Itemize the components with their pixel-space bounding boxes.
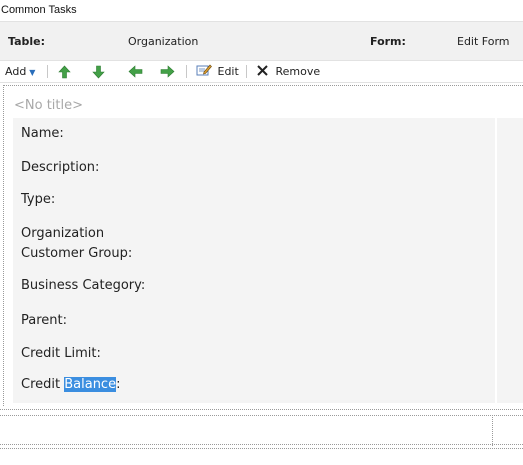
field-value-cell[interactable] <box>496 118 523 151</box>
field-row-business-category[interactable]: Business Category: <box>13 269 523 304</box>
field-label: Organization Customer Group: <box>21 224 132 264</box>
field-row-credit-balance[interactable]: Credit Balance: <box>13 370 523 403</box>
field-label: Credit Balance: <box>21 377 120 392</box>
field-value-cell[interactable] <box>496 337 523 370</box>
bottom-layout-area <box>0 409 523 446</box>
field-label-suffix: : <box>116 377 121 392</box>
panel-title-placeholder: <No title> <box>14 98 84 113</box>
field-value-cell[interactable] <box>496 183 523 215</box>
field-label: Credit Limit: <box>21 346 101 361</box>
field-label-prefix: Credit <box>21 377 65 392</box>
form-label: Form: <box>370 35 406 48</box>
divider <box>492 415 494 446</box>
field-row-description[interactable]: Description: <box>13 151 523 183</box>
down-arrow-icon <box>92 65 105 79</box>
field-row-credit-limit[interactable]: Credit Limit: <box>13 337 523 370</box>
form-value: Edit Form <box>457 35 510 48</box>
field-row-customer-group[interactable]: Organization Customer Group: <box>13 215 523 269</box>
field-row-parent[interactable]: Parent: <box>13 304 523 337</box>
toolbar-separator <box>246 65 247 78</box>
toolbar-separator <box>186 65 187 78</box>
field-value-cell[interactable] <box>496 304 523 337</box>
toolbar-separator <box>47 65 48 78</box>
remove-button-label: Remove <box>275 65 321 78</box>
common-tasks-title: Common Tasks <box>1 4 77 16</box>
toolbar: Add ▼ Edit Remove <box>0 61 523 83</box>
move-left-button[interactable] <box>128 61 143 82</box>
field-value-cell[interactable] <box>496 269 523 304</box>
table-form-bar: Table: Organization Form: Edit Form <box>0 21 523 61</box>
field-label-line2: Customer Group: <box>21 246 133 261</box>
move-down-button[interactable] <box>92 61 105 82</box>
table-label: Table: <box>8 35 46 48</box>
field-row-name[interactable]: Name: <box>13 118 523 151</box>
move-up-button[interactable] <box>58 61 71 82</box>
edit-button-label: Edit <box>217 65 239 78</box>
field-value-cell[interactable] <box>496 215 523 269</box>
form-panel: <No title> Name: Description: Type: Orga… <box>3 85 523 406</box>
add-button-label: Add <box>5 65 27 78</box>
edit-icon <box>196 64 212 76</box>
remove-button[interactable]: Remove <box>256 61 320 82</box>
edit-button[interactable]: Edit <box>196 61 239 82</box>
divider <box>0 415 523 417</box>
left-arrow-icon <box>128 65 143 78</box>
field-row-type[interactable]: Type: <box>13 183 523 215</box>
field-label: Type: <box>21 192 56 207</box>
right-arrow-icon <box>160 65 175 78</box>
field-label: Business Category: <box>21 278 146 293</box>
selected-text-highlight: Balance <box>64 377 117 392</box>
field-label: Name: <box>21 126 64 141</box>
field-value-cell[interactable] <box>496 370 523 403</box>
add-button[interactable]: Add ▼ <box>5 61 35 82</box>
field-label-line1: Organization <box>21 226 105 241</box>
field-label: Parent: <box>21 313 67 328</box>
chevron-down-icon: ▼ <box>29 68 36 77</box>
move-right-button[interactable] <box>160 61 175 82</box>
remove-icon <box>257 65 268 76</box>
field-value-cell[interactable] <box>496 151 523 183</box>
divider <box>0 448 523 450</box>
table-value: Organization <box>128 35 199 48</box>
up-arrow-icon <box>58 65 71 79</box>
field-label: Description: <box>21 160 100 175</box>
